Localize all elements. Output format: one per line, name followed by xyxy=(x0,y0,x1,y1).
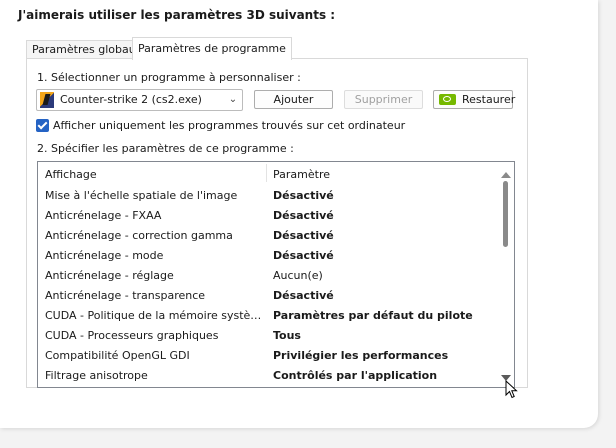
table-row[interactable]: Anticrénelage - mode Désactivé xyxy=(38,246,498,266)
scrollbar-thumb[interactable] xyxy=(503,181,508,247)
show-installed-only-checkbox[interactable] xyxy=(36,119,49,132)
row-feature: Anticrénelage - FXAA xyxy=(45,209,162,222)
row-feature: Anticrénelage - transparence xyxy=(45,289,206,302)
nvidia-icon xyxy=(439,94,456,105)
column-separator xyxy=(266,164,267,182)
restore-button[interactable]: Restaurer xyxy=(433,90,516,109)
row-setting: Contrôlés par l'application xyxy=(273,369,438,382)
table-row[interactable]: Anticrénelage - FXAA Désactivé xyxy=(38,206,498,226)
row-setting: Désactivé xyxy=(273,209,334,222)
vertical-scrollbar[interactable] xyxy=(498,162,514,387)
mouse-cursor-icon xyxy=(505,380,518,399)
scroll-up-arrow-icon[interactable] xyxy=(501,172,511,178)
row-setting: Tous xyxy=(273,329,301,342)
show-installed-only-label[interactable]: Afficher uniquement les programmes trouv… xyxy=(53,119,405,132)
table-row[interactable]: Anticrénelage - correction gamma Désacti… xyxy=(38,226,498,246)
table-row[interactable]: CUDA - Politique de la mémoire système d… xyxy=(38,306,498,326)
row-feature: CUDA - Processeurs graphiques xyxy=(45,329,219,342)
step2-label: 2. Spécifier les paramètres de ce progra… xyxy=(37,142,294,155)
page-heading: J'aimerais utiliser les paramètres 3D su… xyxy=(18,8,336,22)
restore-button-label: Restaurer xyxy=(462,93,516,106)
settings-list[interactable]: Affichage Paramètre Mise à l'échelle spa… xyxy=(37,161,515,388)
row-feature: Mise à l'échelle spatiale de l'image xyxy=(45,189,238,202)
table-row[interactable]: Filtrage anisotrope Contrôlés par l'appl… xyxy=(38,366,498,386)
row-setting: Désactivé xyxy=(273,229,334,242)
tab-global-settings[interactable]: Paramètres globaux xyxy=(26,40,149,59)
column-header-setting[interactable]: Paramètre xyxy=(273,168,330,181)
row-setting: Privilégier les performances xyxy=(273,349,449,362)
table-row[interactable]: Compatibilité OpenGL GDI Privilégier les… xyxy=(38,346,498,366)
program-select[interactable]: Counter-strike 2 (cs2.exe) ⌄ xyxy=(36,89,243,111)
row-feature: CUDA - Politique de la mémoire système d… xyxy=(45,309,263,322)
row-feature: Anticrénelage - mode xyxy=(45,249,164,262)
row-setting: Aucun(e) xyxy=(273,269,323,282)
table-row[interactable]: Anticrénelage - réglage Aucun(e) xyxy=(38,266,498,286)
step1-label: 1. Sélectionner un programme à personnal… xyxy=(37,71,301,84)
row-feature: Filtrage anisotrope xyxy=(45,369,148,382)
tab-program-settings[interactable]: Paramètres de programme xyxy=(132,37,292,60)
list-header: Affichage Paramètre xyxy=(38,162,498,186)
row-feature: Anticrénelage - correction gamma xyxy=(45,229,233,242)
program-select-value: Counter-strike 2 (cs2.exe) xyxy=(60,93,202,106)
add-button[interactable]: Ajouter xyxy=(254,90,333,109)
row-setting: Désactivé xyxy=(273,189,334,202)
table-row[interactable]: Anticrénelage - transparence Désactivé xyxy=(38,286,498,306)
row-feature: Compatibilité OpenGL GDI xyxy=(45,349,190,362)
cs2-app-icon xyxy=(40,92,54,108)
row-feature: Anticrénelage - réglage xyxy=(45,269,174,282)
remove-button[interactable]: Supprimer xyxy=(344,90,423,109)
settings-card: J'aimerais utiliser les paramètres 3D su… xyxy=(0,0,598,428)
row-setting: Désactivé xyxy=(273,289,334,302)
table-row[interactable]: Mise à l'échelle spatiale de l'image Dés… xyxy=(38,186,498,206)
chevron-down-icon[interactable]: ⌄ xyxy=(227,93,239,107)
row-setting: Paramètres par défaut du pilote xyxy=(273,309,473,322)
table-row[interactable]: CUDA - Processeurs graphiques Tous xyxy=(38,326,498,346)
row-setting: Désactivé xyxy=(273,249,334,262)
column-header-feature[interactable]: Affichage xyxy=(45,168,97,181)
